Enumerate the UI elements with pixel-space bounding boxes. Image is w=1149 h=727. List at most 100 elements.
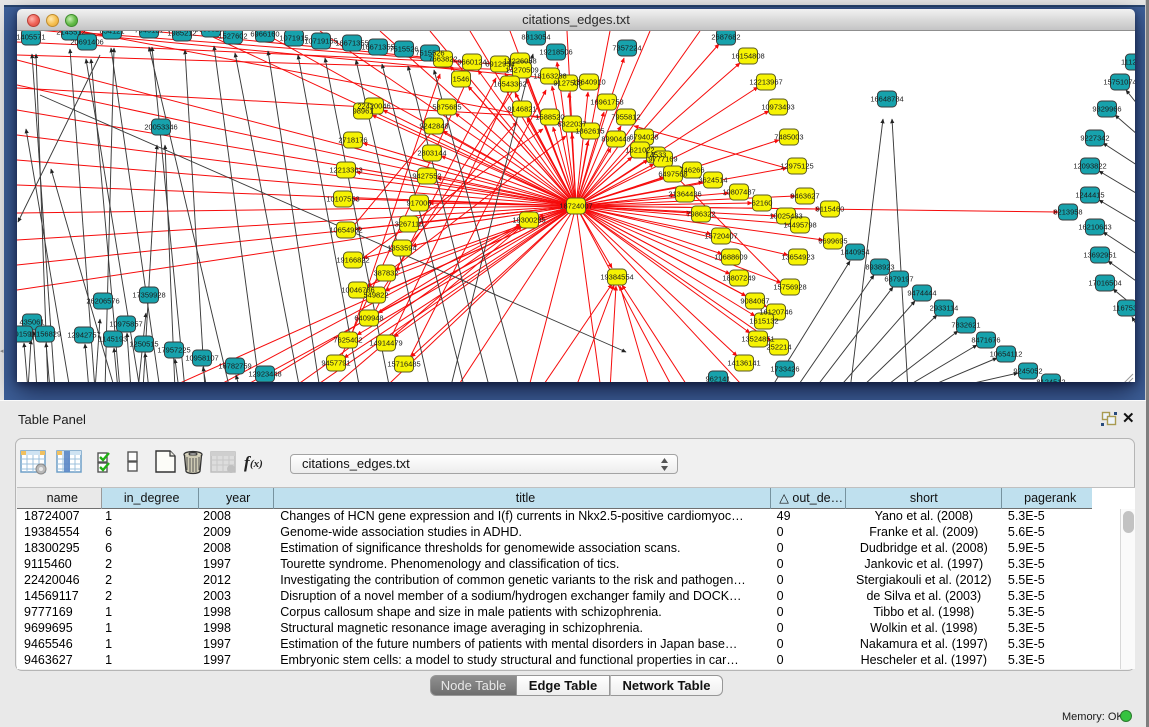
svg-text:2687682: 2687682 — [711, 33, 740, 42]
svg-text:1250515: 1250515 — [129, 340, 158, 349]
svg-text:8213958: 8213958 — [1053, 208, 1082, 217]
svg-text:7515526: 7515526 — [389, 45, 418, 54]
svg-text:13226058: 13226058 — [503, 57, 536, 66]
svg-text:10719155: 10719155 — [304, 37, 337, 46]
svg-text:14914479: 14914479 — [369, 339, 402, 348]
svg-text:917006: 917006 — [406, 199, 431, 208]
svg-text:7832621: 7832621 — [951, 321, 980, 330]
svg-text:387832: 387832 — [373, 269, 398, 278]
svg-text:10107553: 10107553 — [326, 195, 359, 204]
svg-text:10973493: 10973493 — [761, 103, 794, 112]
svg-text:1527602: 1527602 — [218, 32, 247, 41]
svg-text:9115460: 9115460 — [816, 205, 845, 214]
svg-text:17016504: 17016504 — [1088, 279, 1121, 288]
svg-text:16648784: 16648784 — [870, 95, 903, 104]
svg-text:15756928: 15756928 — [773, 283, 806, 292]
svg-text:1405571: 1405571 — [17, 33, 46, 42]
svg-text:7357224: 7357224 — [612, 44, 641, 53]
svg-text:21364436: 21364436 — [668, 190, 701, 199]
svg-text:8471676: 8471676 — [971, 336, 1000, 345]
svg-text:3624514: 3624514 — [698, 176, 727, 185]
svg-text:16120746: 16120746 — [759, 308, 792, 317]
svg-text:12213967: 12213967 — [749, 78, 782, 87]
svg-text:3267110: 3267110 — [395, 220, 424, 229]
svg-text:854121: 854121 — [99, 31, 124, 36]
svg-text:10025433: 10025433 — [769, 212, 802, 221]
svg-text:15720407: 15720407 — [704, 232, 737, 241]
svg-text:14136141: 14136141 — [727, 359, 760, 368]
svg-text:9427552: 9427552 — [412, 172, 441, 181]
svg-text:12213363: 12213363 — [329, 166, 362, 175]
svg-text:7663822: 7663822 — [428, 55, 457, 64]
svg-text:1353594: 1353594 — [387, 244, 416, 253]
svg-text:10958107: 10958107 — [185, 354, 218, 363]
svg-text:13654923: 13654923 — [781, 253, 814, 262]
svg-text:1615132: 1615132 — [749, 317, 778, 326]
svg-text:10688609: 10688609 — [714, 253, 747, 262]
svg-text:16154808: 16154808 — [731, 52, 764, 61]
svg-text:9227342: 9227342 — [1080, 134, 1109, 143]
svg-text:7986322: 7986322 — [686, 210, 715, 219]
svg-text:11156829: 11156829 — [29, 330, 61, 339]
svg-text:19300295: 19300295 — [512, 216, 545, 225]
svg-text:549822: 549822 — [363, 291, 388, 300]
svg-text:252214: 252214 — [766, 343, 791, 352]
svg-text:16961758: 16961758 — [590, 98, 623, 107]
svg-text:19384554: 19384554 — [600, 273, 633, 282]
svg-text:8813054: 8813054 — [521, 33, 550, 42]
svg-text:7646121: 7646121 — [134, 31, 163, 35]
svg-text:1167533: 1167533 — [1113, 304, 1135, 313]
svg-text:9329966: 9329966 — [1092, 105, 1121, 114]
svg-text:16782759: 16782759 — [218, 362, 251, 371]
svg-text:1244415: 1244415 — [1075, 191, 1104, 200]
svg-text:6409948: 6409948 — [354, 314, 383, 323]
svg-text:2933114: 2933114 — [930, 304, 959, 313]
svg-text:6794028: 6794028 — [629, 133, 658, 142]
svg-text:(x): (x) — [250, 458, 263, 470]
svg-text:19166822: 19166822 — [336, 256, 369, 265]
svg-text:9457791: 9457791 — [321, 359, 350, 368]
svg-text:2718176: 2718176 — [338, 136, 367, 145]
svg-text:1145193: 1145193 — [99, 335, 128, 344]
svg-text:9699695: 9699695 — [818, 237, 847, 246]
svg-text:19218506: 19218506 — [539, 48, 572, 57]
svg-text:10654112: 10654112 — [990, 350, 1023, 359]
svg-text:8938923: 8938923 — [865, 263, 894, 272]
svg-text:5875685: 5875685 — [432, 103, 461, 112]
svg-text:1112641: 1112641 — [1121, 58, 1135, 67]
svg-text:2803144: 2803144 — [417, 149, 446, 158]
svg-text:13692951: 13692951 — [1083, 251, 1116, 260]
svg-text:26206576: 26206576 — [86, 297, 119, 306]
svg-text:435061: 435061 — [19, 318, 44, 327]
svg-text:12942757: 12942757 — [67, 331, 100, 340]
svg-text:18807249: 18807249 — [722, 274, 755, 283]
svg-text:10807487: 10807487 — [722, 188, 755, 197]
svg-text:9777169: 9777169 — [648, 155, 677, 164]
svg-text:10975857: 10975857 — [109, 320, 142, 329]
svg-text:15751074: 15751074 — [1103, 78, 1135, 87]
svg-text:6322037: 6322037 — [557, 120, 586, 129]
svg-text:1546: 1546 — [453, 75, 470, 84]
svg-text:1985212: 1985212 — [167, 31, 196, 38]
svg-text:98961: 98961 — [353, 107, 374, 116]
svg-text:6879197: 6879197 — [884, 275, 913, 284]
svg-text:2145512: 2145512 — [56, 31, 85, 37]
svg-text:18724007: 18724007 — [559, 202, 592, 211]
svg-text:9245052: 9245052 — [1013, 367, 1042, 376]
svg-text:12093822: 12093822 — [1073, 162, 1106, 171]
svg-text:6966160: 6966160 — [250, 31, 279, 39]
svg-text:17359928: 17359928 — [132, 291, 165, 300]
svg-text:9463627: 9463627 — [790, 192, 819, 201]
svg-text:9084067: 9084067 — [740, 297, 769, 306]
svg-text:9146821: 9146821 — [507, 105, 536, 114]
svg-text:7485003: 7485003 — [774, 133, 803, 142]
svg-text:12923448: 12923448 — [248, 370, 281, 379]
svg-text:1440954: 1440954 — [840, 248, 869, 257]
svg-text:9242848: 9242848 — [419, 122, 448, 131]
svg-text:14495798: 14495798 — [783, 221, 816, 230]
svg-text:15716485: 15716485 — [387, 360, 420, 369]
svg-text:13640910: 13640910 — [572, 78, 605, 87]
svg-text:20053346: 20053346 — [144, 123, 177, 132]
svg-text:16543362: 16543362 — [493, 80, 526, 89]
svg-text:962141: 962141 — [705, 375, 730, 383]
